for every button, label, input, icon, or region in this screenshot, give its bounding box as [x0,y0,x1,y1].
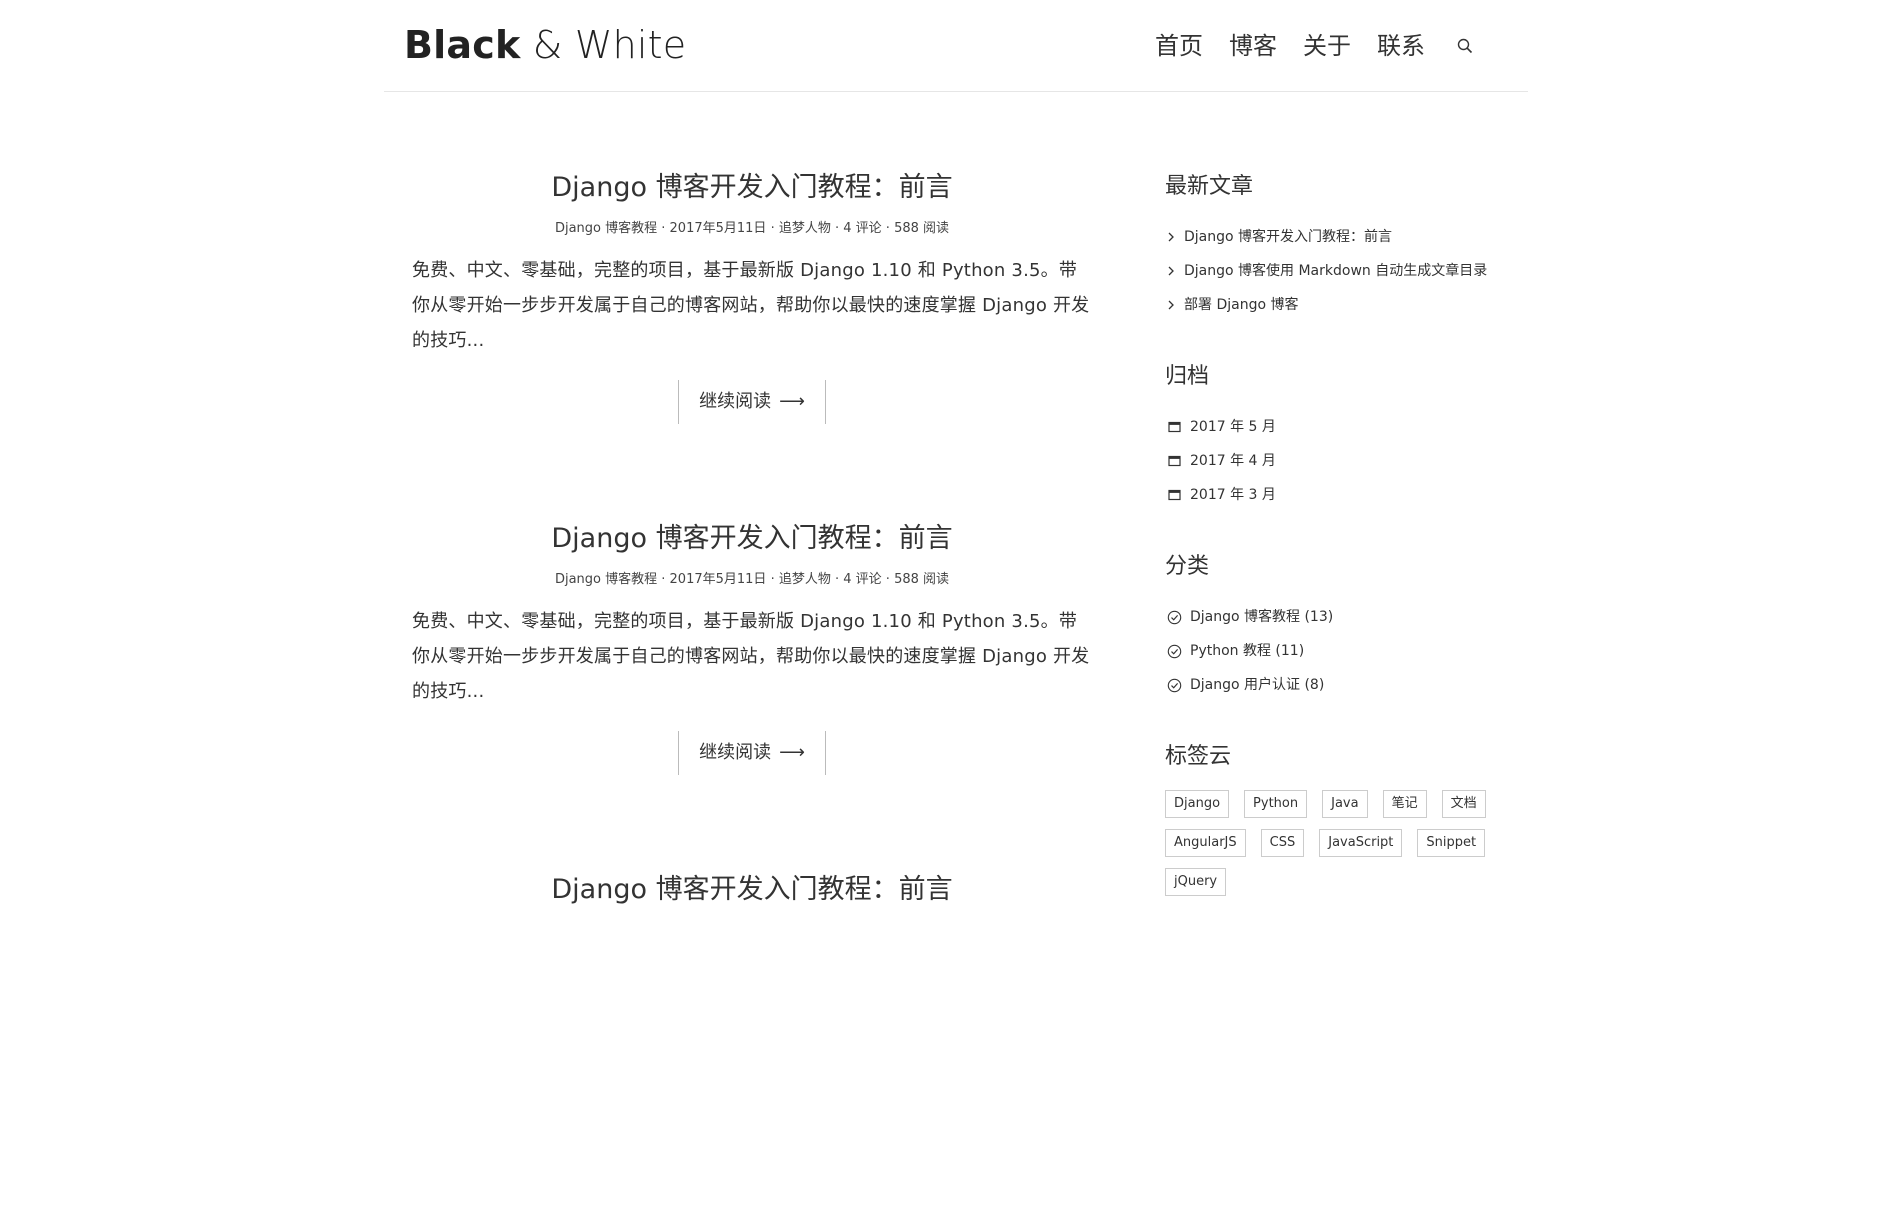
post-author[interactable]: 追梦人物 [779,221,831,236]
chevron-right-icon [1165,262,1177,280]
tag-item[interactable]: 文档 [1441,790,1486,818]
recent-post-label: Django 博客使用 Markdown 自动生成文章目录 [1184,263,1488,279]
calendar-icon [1165,486,1183,504]
meta-separator: · [766,572,779,587]
nav-item-home[interactable]: 首页 [1155,30,1203,62]
category-label: Django 用户认证 (8) [1190,677,1325,693]
archive-label: 2017 年 3 月 [1190,487,1276,503]
tag-cloud: Django Python Java 笔记 文档 AngularJS CSS J… [1165,790,1505,907]
tag-item[interactable]: Java [1322,790,1368,818]
sidebar: 最新文章 Django 博客开发入门教程：前言 Django 博客使用 Mark… [1165,172,1505,947]
tag-item[interactable]: Python [1244,790,1308,818]
calendar-icon [1165,452,1183,470]
recent-post-item[interactable]: 部署 Django 博客 [1165,288,1505,322]
archive-list: 2017 年 5 月 2017 年 4 月 2017 年 3 月 [1165,410,1505,512]
arrow-right-icon: ⟶ [779,391,805,412]
category-list: Django 博客教程 (13) Python 教程 (11) Django 用… [1165,600,1505,702]
read-more-button[interactable]: 继续阅读 ⟶ [678,380,826,424]
recent-posts-list: Django 博客开发入门教程：前言 Django 博客使用 Markdown … [1165,220,1505,322]
widget-title: 归档 [1165,364,1210,389]
post-comments[interactable]: 4 评论 [843,221,881,236]
tag-item[interactable]: jQuery [1165,868,1227,896]
arrow-right-icon: ⟶ [779,742,805,763]
meta-separator: · [657,221,670,236]
post-views: 588 阅读 [894,221,950,236]
logo-rest-text: & White [520,23,687,67]
tag-item[interactable]: JavaScript [1319,829,1403,857]
post-excerpt: 免费、中文、零基础，完整的项目，基于最新版 Django 1.10 和 Pyth… [412,260,1090,351]
site-logo[interactable]: Black & White [404,22,686,68]
meta-separator: · [766,221,779,236]
read-more-label: 继续阅读 [699,742,772,763]
category-item[interactable]: Django 用户认证 (8) [1165,668,1505,702]
recent-post-item[interactable]: Django 博客使用 Markdown 自动生成文章目录 [1165,254,1505,288]
post-meta: Django 博客教程 · 2017年5月11日 · 追梦人物 · 4 评论 ·… [412,219,1092,239]
tag-item[interactable]: AngularJS [1165,829,1246,857]
nav-item-contact[interactable]: 联系 [1377,30,1425,62]
check-circle-icon [1165,608,1183,626]
nav-item-blog[interactable]: 博客 [1229,30,1277,62]
tag-item[interactable]: Snippet [1417,829,1486,857]
post-author[interactable]: 追梦人物 [779,572,831,587]
widget-title: 最新文章 [1165,174,1254,199]
meta-separator: · [881,572,895,587]
search-icon [1457,38,1473,54]
chevron-right-icon [1165,296,1177,314]
read-more-label: 继续阅读 [699,391,772,412]
calendar-icon [1165,418,1183,436]
tag-item[interactable]: 笔记 [1382,790,1427,818]
chevron-right-icon [1165,228,1177,246]
widget-tag-cloud: 标签云 Django Python Java 笔记 文档 AngularJS C… [1165,742,1505,907]
widget-archive: 归档 2017 年 5 月 2017 年 4 月 2017 年 3 月 [1165,362,1505,512]
category-item[interactable]: Python 教程 (11) [1165,634,1505,668]
archive-label: 2017 年 4 月 [1190,453,1276,469]
category-item[interactable]: Django 博客教程 (13) [1165,600,1505,634]
widget-recent-posts: 最新文章 Django 博客开发入门教程：前言 Django 博客使用 Mark… [1165,172,1505,322]
site-header: Black & White 首页 博客 关于 联系 [384,0,1528,92]
widget-title: 分类 [1165,554,1210,579]
post-date[interactable]: 2017年5月11日 [670,221,767,236]
widget-title: 标签云 [1165,744,1232,769]
post-views: 588 阅读 [894,572,950,587]
archive-item[interactable]: 2017 年 5 月 [1165,410,1505,444]
post-category-link[interactable]: Django 博客教程 [555,572,657,587]
read-more-button[interactable]: 继续阅读 ⟶ [678,731,826,775]
post-comments[interactable]: 4 评论 [843,572,881,587]
meta-separator: · [830,221,844,236]
archive-item[interactable]: 2017 年 4 月 [1165,444,1505,478]
post-title[interactable]: Django 博客开发入门教程：前言 [412,170,1092,206]
post-item: Django 博客开发入门教程：前言 [412,872,1092,1223]
check-circle-icon [1165,676,1183,694]
read-more-wrap: 继续阅读 ⟶ [412,380,1092,424]
post-excerpt: 免费、中文、零基础，完整的项目，基于最新版 Django 1.10 和 Pyth… [412,611,1090,702]
post-title[interactable]: Django 博客开发入门教程：前言 [412,872,1092,908]
category-label: Django 博客教程 (13) [1190,609,1334,625]
post-list: Django 博客开发入门教程：前言 Django 博客教程 · 2017年5月… [412,170,1092,1223]
meta-separator: · [881,221,895,236]
recent-post-item[interactable]: Django 博客开发入门教程：前言 [1165,220,1505,254]
logo-strong-text: Black [404,23,521,67]
post-category-link[interactable]: Django 博客教程 [555,221,657,236]
meta-separator: · [657,572,670,587]
post-item: Django 博客开发入门教程：前言 Django 博客教程 · 2017年5月… [412,521,1092,872]
category-label: Python 教程 (11) [1190,643,1305,659]
post-item: Django 博客开发入门教程：前言 Django 博客教程 · 2017年5月… [412,170,1092,521]
search-button[interactable] [1455,36,1475,56]
archive-item[interactable]: 2017 年 3 月 [1165,478,1505,512]
archive-label: 2017 年 5 月 [1190,419,1276,435]
page: Black & White 首页 博客 关于 联系 Django 博客开发入门教… [0,0,1903,915]
check-circle-icon [1165,642,1183,660]
recent-post-label: Django 博客开发入门教程：前言 [1184,229,1393,245]
tag-item[interactable]: CSS [1260,829,1305,857]
meta-separator: · [830,572,844,587]
recent-post-label: 部署 Django 博客 [1184,297,1299,313]
tag-item[interactable]: Django [1165,790,1230,818]
read-more-wrap: 继续阅读 ⟶ [412,731,1092,775]
post-title[interactable]: Django 博客开发入门教程：前言 [412,521,1092,557]
widget-categories: 分类 Django 博客教程 (13) Python 教程 (11) Djang… [1165,552,1505,702]
post-meta: Django 博客教程 · 2017年5月11日 · 追梦人物 · 4 评论 ·… [412,570,1092,590]
main-nav: 首页 博客 关于 联系 [1155,30,1475,62]
post-date[interactable]: 2017年5月11日 [670,572,767,587]
nav-item-about[interactable]: 关于 [1303,30,1351,62]
